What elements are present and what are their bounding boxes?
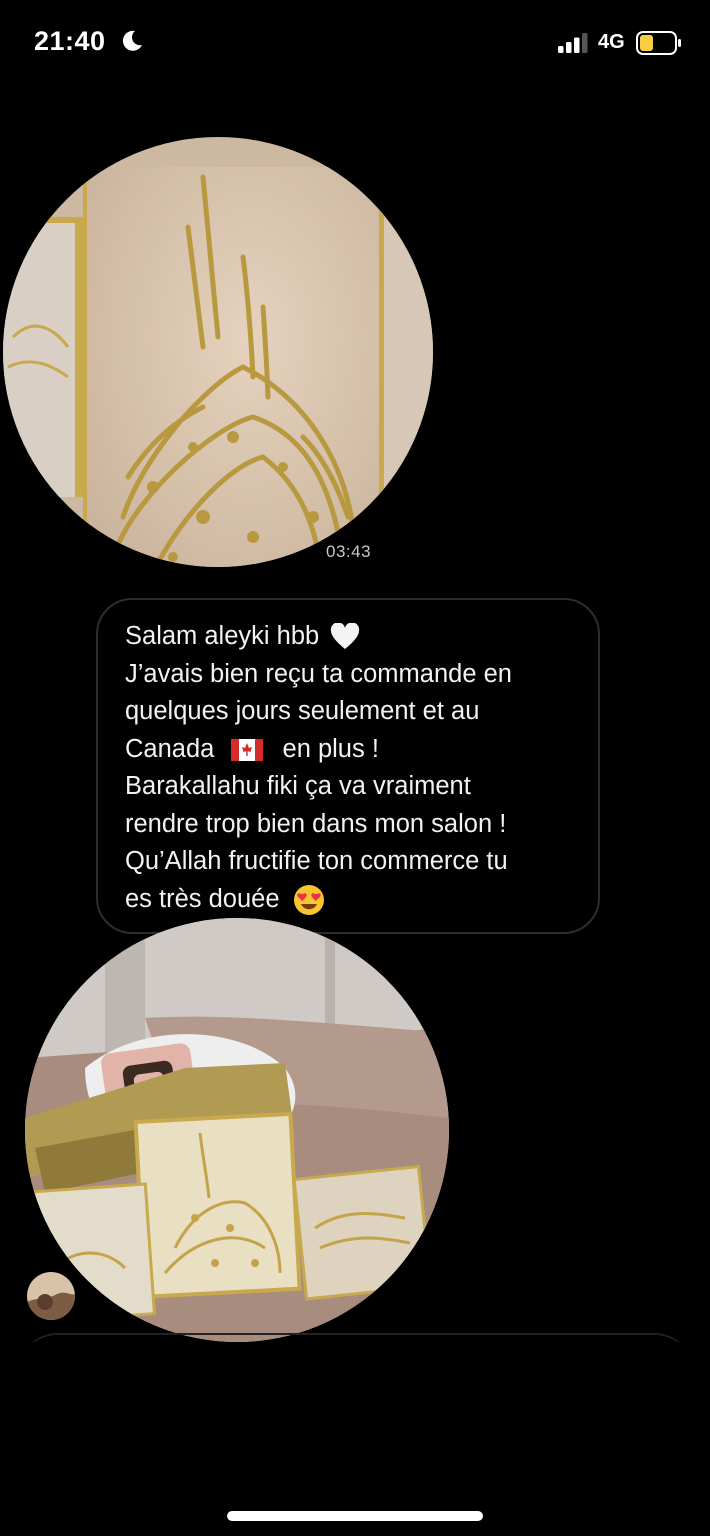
avatar-image xyxy=(27,1272,75,1320)
message-line: Salam aleyki hbb xyxy=(125,618,572,656)
message-text: es très douée xyxy=(125,884,280,913)
video-thumbnail-calligraphy-frames xyxy=(3,137,433,567)
network-type-label: 4G xyxy=(598,31,625,53)
text-message-bubble[interactable]: Salam aleyki hbb J’avais bien reçu ta co… xyxy=(96,598,600,934)
message-line: J’avais bien reçu ta commande en xyxy=(125,659,512,688)
signal-bars-icon xyxy=(558,33,588,53)
canada-flag-emoji xyxy=(231,738,264,761)
avatar[interactable] xyxy=(27,1272,75,1320)
home-indicator[interactable] xyxy=(227,1511,483,1521)
video-thumbnail-frames-on-bed xyxy=(25,918,449,1342)
video-message-bubble[interactable] xyxy=(3,137,433,567)
message-timestamp: 03:43 xyxy=(326,542,372,561)
bottom-area xyxy=(0,1342,710,1536)
message-line: Canada en plus ! xyxy=(125,731,572,769)
message-line: quelques jours seulement et au xyxy=(125,697,480,725)
message-text: Canada xyxy=(125,734,215,763)
status-time: 21:40 xyxy=(34,26,106,56)
battery-low-icon xyxy=(636,31,681,55)
message-line: Barakallahu fiki ça va vraiment xyxy=(125,772,471,800)
message-text: en plus ! xyxy=(282,734,379,763)
heart-eyes-emoji xyxy=(293,884,324,915)
moon-icon xyxy=(122,30,142,51)
video-message-bubble[interactable] xyxy=(25,918,449,1342)
message-line: rendre trop bien dans mon salon ! xyxy=(125,809,507,838)
message-text: Salam aleyki hbb xyxy=(125,622,320,650)
status-bar: 21:40 4G xyxy=(0,0,710,90)
message-line: Qu’Allah fructifie ton commerce tu xyxy=(125,847,508,875)
white-heart-emoji xyxy=(331,623,360,650)
message-line: es très douée xyxy=(125,881,572,919)
